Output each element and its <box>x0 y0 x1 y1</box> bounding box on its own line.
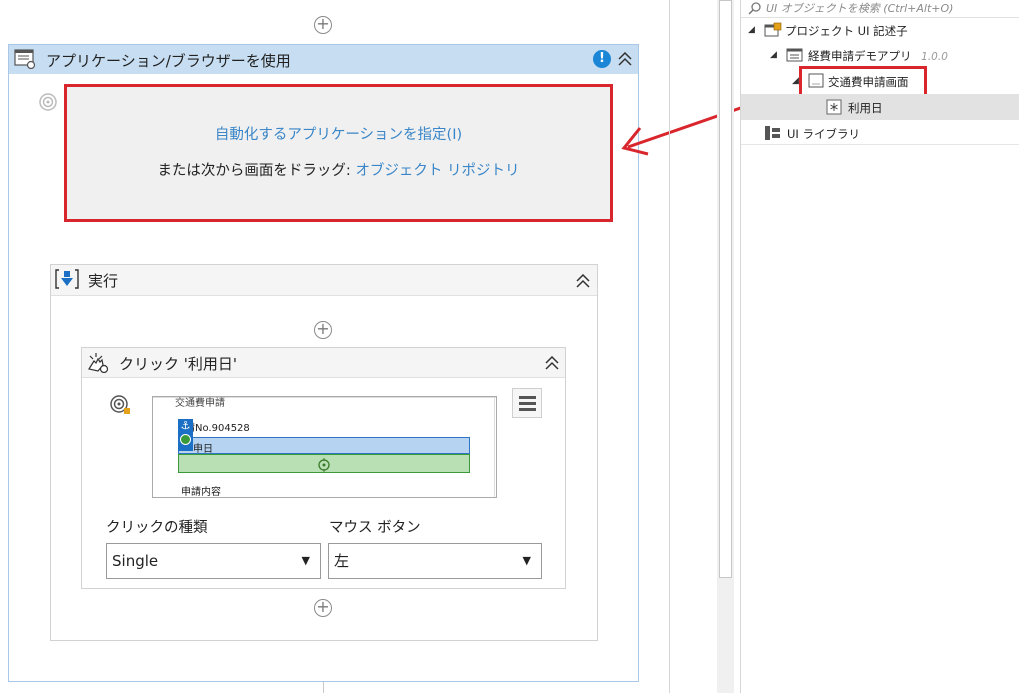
tree-library-label[interactable]: UI ライブラリ <box>787 126 860 142</box>
anchor-icon: ⚓ <box>178 419 193 451</box>
dropdown-arrow-icon: ▼ <box>301 554 310 567</box>
do-sequence-title: 実行 <box>88 272 119 290</box>
click-type-value: Single <box>112 552 159 570</box>
preview-request-number: 請No.904528 <box>185 423 250 434</box>
panel-divider <box>669 0 670 693</box>
object-repository-link[interactable]: オブジェクト リポジトリ <box>355 163 519 179</box>
click-hand-icon <box>86 351 110 377</box>
application-icon <box>786 47 804 67</box>
do-sequence-icon <box>54 268 80 294</box>
screen-highlight-annotation <box>799 66 927 97</box>
preview-date-label: 申日 <box>193 444 213 455</box>
tree-element-label[interactable]: 利用日 <box>848 100 883 116</box>
target-indicator-icon[interactable] <box>38 92 60 118</box>
indicate-application-area[interactable] <box>64 84 613 222</box>
indicate-application-link[interactable]: 自動化するアプリケーションを指定(I) <box>64 123 613 144</box>
tree-separator <box>741 144 1019 145</box>
dropdown-arrow-icon: ▼ <box>522 554 531 567</box>
ui-library-icon <box>764 125 782 145</box>
do-sequence-header <box>51 265 597 296</box>
mouse-button-dropdown[interactable]: 左 ▼ <box>328 543 542 579</box>
click-point-icon <box>317 457 331 476</box>
add-activity-top-button[interactable]: + <box>314 16 332 34</box>
collapse-chevron-icon[interactable] <box>617 52 633 66</box>
drag-screen-text: または次から画面をドラッグ: オブジェクト リポジトリ <box>64 159 613 180</box>
click-activity-title: クリック '利用日' <box>119 355 238 373</box>
expand-triangle-icon[interactable]: ◢ <box>748 25 755 35</box>
search-icon <box>748 0 762 19</box>
expand-triangle-icon[interactable]: ◢ <box>792 76 799 86</box>
warning-icon[interactable]: ! <box>593 50 611 68</box>
collapse-click-chevron-icon[interactable] <box>544 356 560 370</box>
click-type-dropdown[interactable]: Single ▼ <box>106 543 321 579</box>
project-descriptor-icon <box>764 22 782 42</box>
click-target-icon[interactable] <box>109 394 133 422</box>
designer-scrollbar-thumb[interactable] <box>719 0 732 578</box>
mouse-button-label: マウス ボタン <box>329 520 421 536</box>
preview-content-label: 申請内容 <box>181 487 221 498</box>
collapse-do-chevron-icon[interactable] <box>575 274 591 288</box>
add-activity-inside-button[interactable]: + <box>314 321 332 339</box>
click-type-label: クリックの種類 <box>106 520 208 536</box>
expand-triangle-icon[interactable]: ◢ <box>770 50 777 60</box>
search-placeholder: UI オブジェクトを検索 (Ctrl+Alt+O) <box>766 2 954 15</box>
drag-screen-prefix: または次から画面をドラッグ: <box>157 163 356 179</box>
mouse-button-value: 左 <box>334 552 350 570</box>
application-window-icon <box>14 49 36 73</box>
add-activity-bottom-button[interactable]: + <box>314 599 332 617</box>
ui-element-icon <box>826 99 842 119</box>
element-preview-image: 交通費申請 請No.904528 申日 ⚓ 申請内容 <box>152 396 497 498</box>
tree-app-name: 経費申請デモアプリ <box>808 49 912 63</box>
preview-heading: 交通費申請 <box>175 398 225 409</box>
use-application-title: アプリケーション/ブラウザーを使用 <box>46 52 291 70</box>
connector-line <box>323 682 324 693</box>
tree-project-label[interactable]: プロジェクト UI 記述子 <box>785 23 908 39</box>
tree-app-label[interactable]: 経費申請デモアプリ 1.0.0 <box>808 48 948 64</box>
tree-app-version: 1.0.0 <box>921 51 948 63</box>
target-options-menu-button[interactable] <box>512 388 542 418</box>
